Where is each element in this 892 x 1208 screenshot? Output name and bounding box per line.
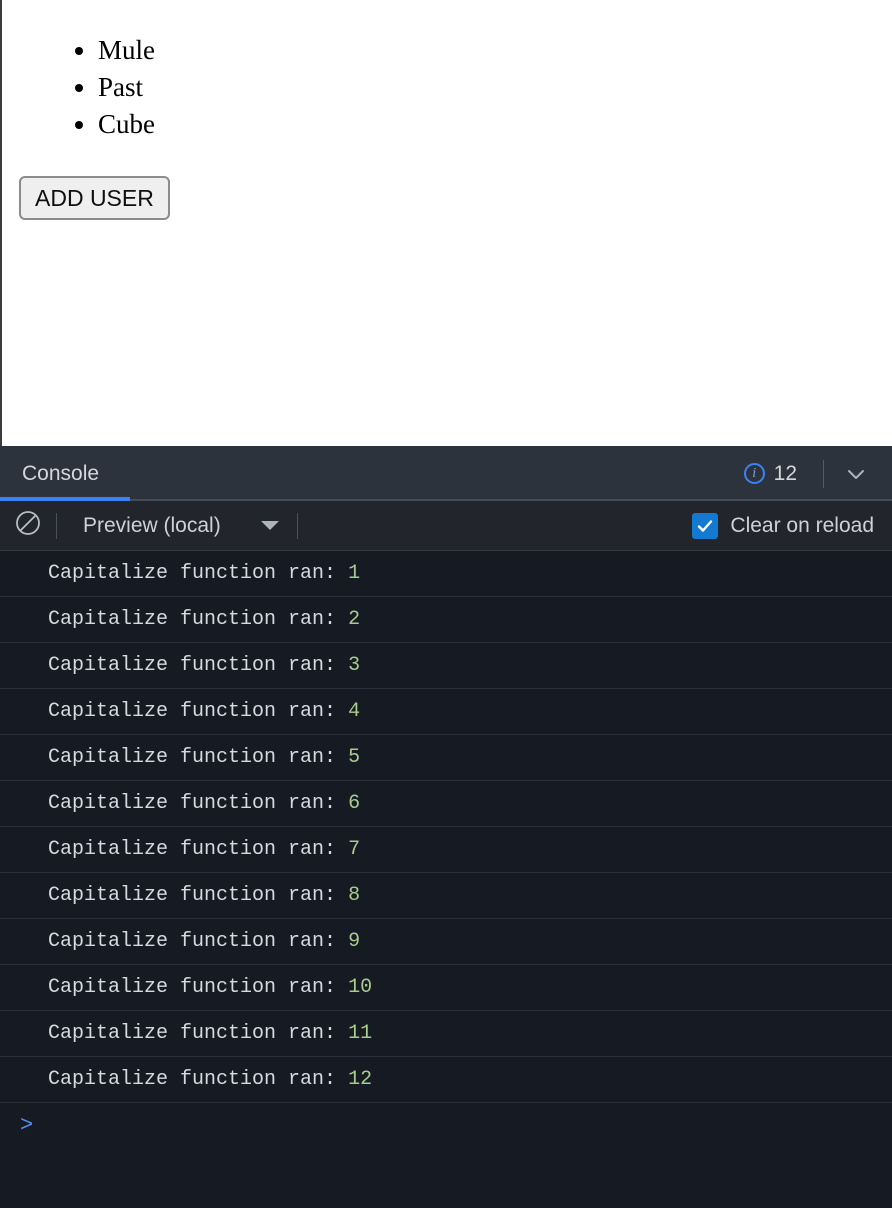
console-log-message: Capitalize function ran: [48,792,349,815]
console-log-value: 1 [348,562,361,585]
clear-on-reload-checkbox[interactable] [692,512,719,539]
console-log-row: Capitalize function ran: 10 [0,965,892,1011]
app-root: MulePastCube ADD USER Console i 12 [0,0,892,1208]
console-toolbar: Preview (local) Clear on reload [0,501,892,551]
console-log-value: 9 [348,930,361,953]
collapse-console-button[interactable] [836,454,876,494]
checkmark-icon [695,516,715,536]
console-log-value: 12 [348,1068,373,1091]
chevron-down-icon [843,461,869,487]
tab-console-label: Console [22,461,100,485]
console-log-row: Capitalize function ran: 3 [0,643,892,689]
list-item: Past [98,69,155,106]
console-log-row: Capitalize function ran: 4 [0,689,892,735]
clear-console-button[interactable] [0,501,56,551]
console-log-message: Capitalize function ran: [48,1022,349,1045]
clear-console-icon [13,508,43,543]
console-log-row: Capitalize function ran: 12 [0,1057,892,1103]
console-log-row: Capitalize function ran: 7 [0,827,892,873]
caret-down-icon [260,521,279,530]
console-log-value: 3 [348,654,361,677]
console-log-message: Capitalize function ran: [48,562,349,585]
console-log-row: Capitalize function ran: 1 [0,551,892,597]
console-log-value: 7 [348,838,361,861]
console-log-message: Capitalize function ran: [48,930,349,953]
console-log-message: Capitalize function ran: [48,746,349,769]
console-log-row: Capitalize function ran: 9 [0,919,892,965]
console-log-value: 8 [348,884,361,907]
console-log-row: Capitalize function ran: 2 [0,597,892,643]
clear-on-reload-label: Clear on reload [730,513,874,537]
preview-pane: MulePastCube ADD USER [0,0,892,446]
console-panel: Console i 12 Preview (local) Clear on re… [0,446,892,1208]
info-circle-icon: i [743,463,765,484]
console-log-message: Capitalize function ran: [48,654,349,677]
console-log-row: Capitalize function ran: 5 [0,735,892,781]
list-item: Cube [98,106,155,143]
add-user-button[interactable]: ADD USER [19,176,170,220]
console-log-message: Capitalize function ran: [48,700,349,723]
console-log-message: Capitalize function ran: [48,884,349,907]
console-log-message: Capitalize function ran: [48,838,349,861]
console-source-label: Preview (local) [83,513,221,537]
toolbar-divider-right [296,512,298,539]
console-log-row: Capitalize function ran: 11 [0,1011,892,1057]
console-log-message: Capitalize function ran: [48,976,349,999]
console-log-value: 2 [348,608,361,631]
prompt-chevron-icon: > [20,1113,34,1138]
console-log-value: 5 [348,746,361,769]
console-log-value: 4 [348,700,361,723]
console-input-prompt[interactable]: > [0,1103,892,1149]
info-count-button[interactable]: i 12 [730,462,811,486]
console-log-message: Capitalize function ran: [48,608,349,631]
info-count-label: 12 [773,461,797,485]
console-log-value: 6 [348,792,361,815]
tab-active-indicator [0,497,130,501]
console-log-value: 10 [348,976,373,999]
user-list: MulePastCube [98,32,155,143]
console-log-row: Capitalize function ran: 8 [0,873,892,919]
console-log-message: Capitalize function ran: [48,1068,349,1091]
header-divider [823,459,824,488]
console-header: Console i 12 [0,446,892,501]
clear-on-reload-toggle[interactable]: Clear on reload [692,512,892,539]
console-source-select[interactable]: Preview (local) [57,501,297,551]
list-item: Mule [98,32,155,69]
console-log-row: Capitalize function ran: 6 [0,781,892,827]
console-header-actions: i 12 [730,446,892,501]
console-log-value: 11 [348,1022,373,1045]
tab-console[interactable]: Console [0,446,130,501]
console-log-list[interactable]: Capitalize function ran: 1 Capitalize fun… [0,551,892,1208]
